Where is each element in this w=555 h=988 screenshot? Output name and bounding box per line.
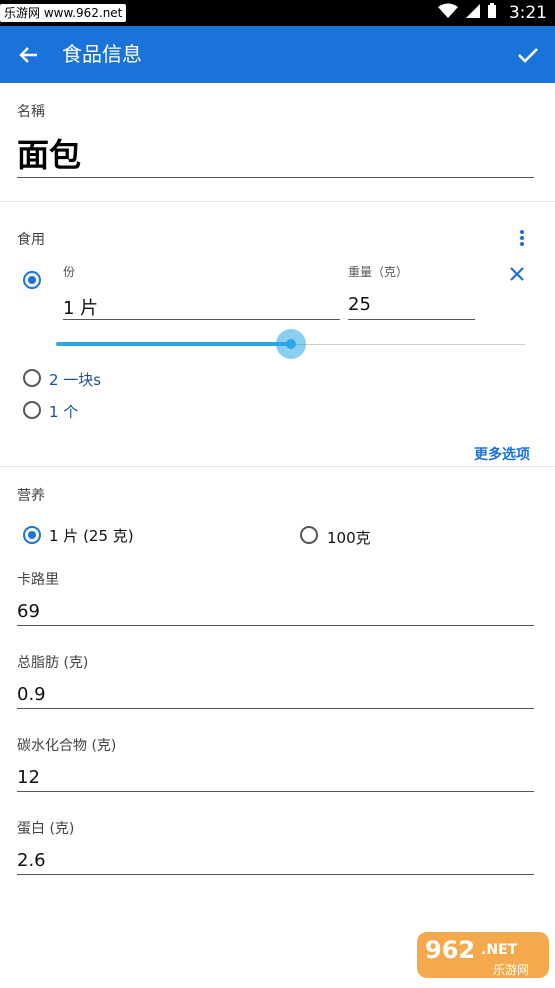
wifi-icon (437, 3, 459, 23)
svg-text:.NET: .NET (481, 942, 518, 958)
clear-serving-button[interactable] (507, 264, 527, 284)
fat-input[interactable]: 0.9 (17, 684, 46, 705)
name-label: 名稱 (17, 104, 45, 120)
back-arrow-icon (19, 47, 37, 63)
carbs-input[interactable]: 12 (17, 767, 40, 788)
portion-underline (63, 319, 340, 320)
check-icon (518, 48, 538, 63)
calories-label: 卡路里 (17, 572, 59, 588)
more-options-button[interactable]: 更多选项 (474, 444, 530, 464)
svg-text:乐游网: 乐游网 (493, 963, 529, 977)
serving-option-1[interactable]: 2 一块s (49, 369, 101, 390)
top-watermark: 乐游网 www.962.net (0, 4, 127, 22)
back-button[interactable] (14, 40, 44, 70)
carbs-underline (17, 791, 534, 792)
serving-option-radio-1[interactable] (23, 369, 41, 387)
serving-option-radio-2[interactable] (23, 401, 41, 419)
svg-text:962: 962 (425, 936, 475, 964)
fat-label: 总脂肪 (克) (17, 655, 89, 671)
weight-underline (348, 319, 475, 320)
serving-slider-fill (56, 342, 291, 346)
weight-label: 重量（克） (348, 265, 409, 279)
section-divider (0, 466, 555, 467)
close-icon (510, 267, 524, 281)
serving-slider-thumb[interactable] (285, 339, 296, 349)
portion-label: 份 (63, 265, 76, 279)
basis-100g-label[interactable]: 100克 (327, 527, 371, 548)
section-divider (0, 201, 555, 202)
protein-underline (17, 874, 534, 875)
more-vert-icon (520, 230, 524, 246)
portion-input[interactable]: 1 片 (63, 294, 98, 320)
page-title: 食品信息 (62, 42, 142, 66)
battery-icon (487, 3, 497, 23)
calories-input[interactable]: 69 (17, 601, 40, 622)
signal-icon (465, 3, 481, 23)
serving-label: 食用 (17, 232, 45, 248)
food-name-field[interactable]: 面包 (17, 130, 81, 176)
more-vert-button[interactable] (512, 228, 532, 248)
status-bar: 乐游网 www.962.net 3:21 (0, 0, 555, 26)
protein-input[interactable]: 2.6 (17, 850, 46, 871)
basis-serving-label[interactable]: 1 片 (25 克) (49, 525, 134, 546)
basis-serving-radio[interactable] (23, 526, 41, 544)
app-bar: 食品信息 (0, 26, 555, 83)
serving-custom-radio[interactable] (23, 271, 41, 289)
serving-option-2[interactable]: 1 个 (49, 401, 78, 422)
weight-input[interactable]: 25 (348, 294, 371, 315)
basis-100g-radio[interactable] (300, 526, 318, 544)
carbs-label: 碳水化合物 (克) (17, 738, 117, 754)
fat-underline (17, 708, 534, 709)
site-watermark-logo: 962 .NET 乐游网 (417, 930, 549, 980)
name-underline (17, 177, 534, 178)
calories-underline (17, 625, 534, 626)
save-button[interactable] (513, 40, 543, 70)
nutrition-label: 营养 (17, 488, 45, 504)
status-icons: 3:21 (437, 0, 547, 26)
status-time: 3:21 (508, 3, 547, 23)
protein-label: 蛋白 (克) (17, 821, 75, 837)
